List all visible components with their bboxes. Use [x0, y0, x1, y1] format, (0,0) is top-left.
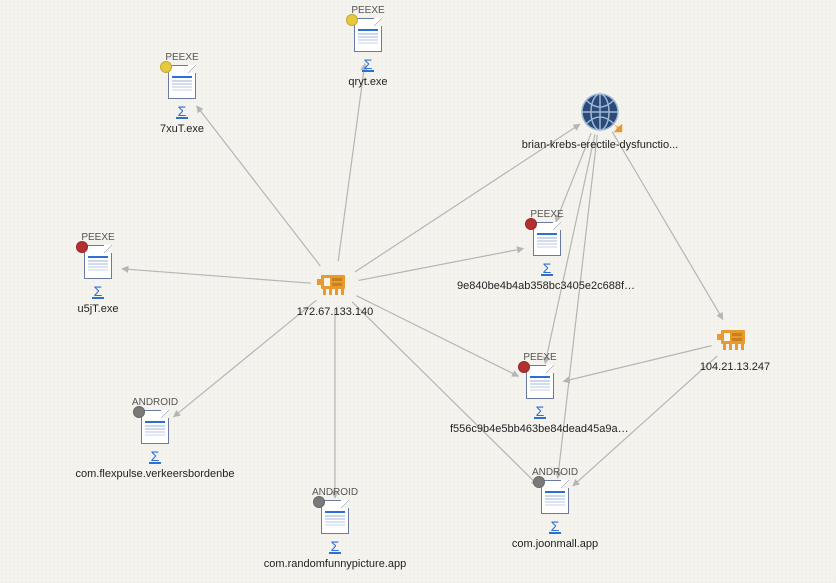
node-domain[interactable]: brian-krebs-erectile-dysfunctio... — [510, 92, 690, 154]
nic-icon — [317, 269, 353, 299]
node-hash_9e8[interactable]: PEEXE Σ 9e840be4b4ab358bc3405e2c688f3ab... — [457, 209, 637, 295]
node-hash_f55[interactable]: PEEXE Σf556c9b4e5bb463be84dead45a9aedc... — [450, 352, 630, 438]
node-exe_7xut[interactable]: PEEXEΣ7xuT.exe — [92, 52, 272, 138]
status-dot — [518, 361, 530, 373]
node-ip_right[interactable]: 104.21.13.247 — [645, 324, 825, 376]
sigma-icon[interactable]: Σ — [176, 105, 189, 119]
node-hit[interactable]: ANDROID Σcom.flexpulse.verkeersbordenbe — [76, 397, 235, 480]
node-label: com.joonmall.app — [512, 538, 598, 550]
node-label: u5jT.exe — [78, 303, 119, 315]
status-dot — [533, 476, 545, 488]
status-dot — [313, 496, 325, 508]
node-hit[interactable]: PEEXEΣ7xuT.exe — [160, 52, 204, 135]
edge-layer — [0, 0, 836, 583]
status-dot — [160, 61, 172, 73]
file-type-tag: PEEXE — [457, 209, 637, 220]
node-apk_flex[interactable]: ANDROID Σcom.flexpulse.verkeersbordenbe — [65, 397, 245, 483]
node-label: 7xuT.exe — [160, 123, 204, 135]
node-ip_main[interactable]: 172.67.133.140 — [245, 269, 425, 321]
graph-canvas[interactable]: 172.67.133.140 104.21.13.247 — [0, 0, 836, 583]
file-icon — [321, 500, 349, 534]
file-type-tag: ANDROID — [264, 487, 406, 498]
edge — [197, 106, 321, 266]
node-label: 104.21.13.247 — [700, 361, 770, 373]
edge — [338, 64, 365, 261]
sigma-icon[interactable]: Σ — [329, 540, 342, 554]
status-dot — [133, 406, 145, 418]
globe-icon — [580, 92, 620, 132]
node-hit[interactable]: brian-krebs-erectile-dysfunctio... — [522, 92, 679, 151]
file-type-tag: ANDROID — [76, 397, 235, 408]
file-icon — [526, 365, 554, 399]
node-exe_qryt[interactable]: PEEXEΣqryt.exe — [278, 5, 458, 91]
node-label: com.flexpulse.verkeersbordenbe — [76, 468, 235, 480]
file-type-tag: ANDROID — [512, 467, 598, 478]
node-label: 9e840be4b4ab358bc3405e2c688f3ab... — [457, 280, 637, 292]
sigma-icon[interactable]: Σ — [541, 262, 554, 276]
node-label: f556c9b4e5bb463be84dead45a9aedc... — [450, 423, 630, 435]
nic-icon — [717, 324, 753, 354]
node-apk_rand[interactable]: ANDROID Σcom.randomfunnypicture.app — [245, 487, 425, 573]
status-dot — [346, 14, 358, 26]
node-hit[interactable]: PEEXEΣqryt.exe — [348, 5, 387, 88]
sigma-icon[interactable]: Σ — [549, 520, 562, 534]
sigma-icon[interactable]: Σ — [149, 450, 162, 464]
edge — [122, 269, 311, 283]
file-icon — [541, 480, 569, 514]
file-icon — [354, 18, 382, 52]
node-hit[interactable]: PEEXE Σ 9e840be4b4ab358bc3405e2c688f3ab... — [457, 209, 637, 292]
file-icon — [84, 245, 112, 279]
node-label: qryt.exe — [348, 76, 387, 88]
sigma-icon[interactable]: Σ — [362, 58, 375, 72]
node-label: brian-krebs-erectile-dysfunctio... — [522, 139, 679, 151]
status-dot — [76, 241, 88, 253]
node-exe_u5jt[interactable]: PEEXEΣu5jT.exe — [8, 232, 188, 318]
node-apk_joon[interactable]: ANDROID Σcom.joonmall.app — [465, 467, 645, 553]
file-icon — [141, 410, 169, 444]
file-icon — [168, 65, 196, 99]
node-hit[interactable]: 172.67.133.140 — [297, 269, 373, 318]
node-label: com.randomfunnypicture.app — [264, 558, 406, 570]
node-hit[interactable]: PEEXE Σf556c9b4e5bb463be84dead45a9aedc... — [450, 352, 630, 435]
file-icon — [533, 222, 561, 256]
node-hit[interactable]: ANDROID Σcom.joonmall.app — [512, 467, 598, 550]
sigma-icon[interactable]: Σ — [92, 285, 105, 299]
node-hit[interactable]: PEEXEΣu5jT.exe — [78, 232, 119, 315]
status-dot — [525, 218, 537, 230]
node-hit[interactable]: ANDROID Σcom.randomfunnypicture.app — [264, 487, 406, 570]
node-hit[interactable]: 104.21.13.247 — [700, 324, 770, 373]
sigma-icon[interactable]: Σ — [534, 405, 547, 419]
node-label: 172.67.133.140 — [297, 306, 373, 318]
file-type-tag: PEEXE — [450, 352, 630, 363]
